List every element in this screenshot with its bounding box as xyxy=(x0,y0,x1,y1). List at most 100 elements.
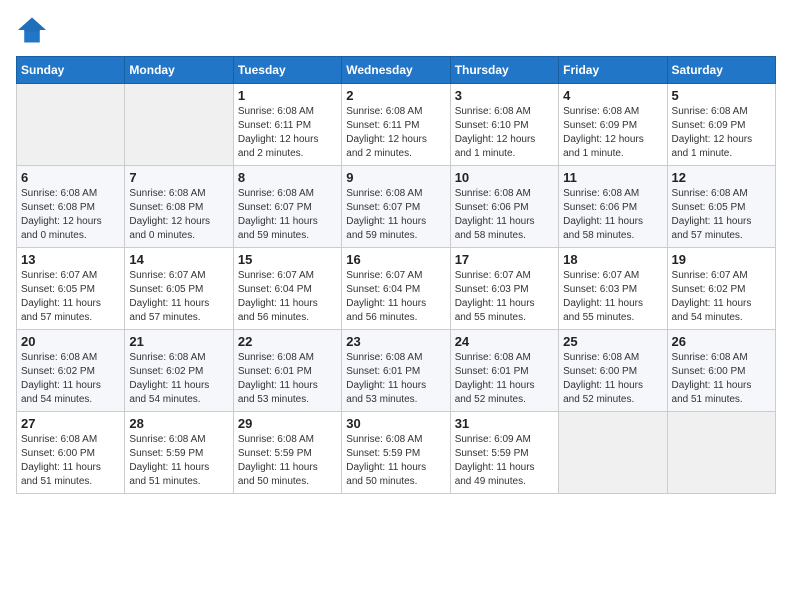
calendar-cell: 4 Sunrise: 6:08 AM Sunset: 6:09 PM Daylig… xyxy=(559,84,667,166)
calendar-cell: 7 Sunrise: 6:08 AM Sunset: 6:08 PM Daylig… xyxy=(125,166,233,248)
day-number: 2 xyxy=(346,88,445,103)
day-number: 7 xyxy=(129,170,228,185)
calendar-cell: 27Sunrise: 6:08 AM Sunset: 6:00 PM Dayli… xyxy=(17,412,125,494)
calendar-cell: 1 Sunrise: 6:08 AM Sunset: 6:11 PM Daylig… xyxy=(233,84,341,166)
calendar-cell: 11Sunrise: 6:08 AM Sunset: 6:06 PM Dayli… xyxy=(559,166,667,248)
calendar-cell: 30 Sunrise: 6:08 AM Sunset: 5:59 PM Dayli… xyxy=(342,412,450,494)
day-number: 20 xyxy=(21,334,120,349)
calendar-cell: 10 Sunrise: 6:08 AM Sunset: 6:06 PM Dayli… xyxy=(450,166,558,248)
calendar-cell xyxy=(17,84,125,166)
day-number: 8 xyxy=(238,170,337,185)
calendar-header-row: SundayMondayTuesdayWednesdayThursdayFrid… xyxy=(17,57,776,84)
header-friday: Friday xyxy=(559,57,667,84)
day-info: Sunrise: 6:08 AM Sunset: 6:02 PM Dayligh… xyxy=(129,351,228,407)
calendar-cell: 2 Sunrise: 6:08 AM Sunset: 6:11 PM Daylig… xyxy=(342,84,450,166)
day-info: Sunrise: 6:08 AM Sunset: 6:07 PM Dayligh… xyxy=(346,187,445,243)
calendar-cell: 20 Sunrise: 6:08 AM Sunset: 6:02 PM Dayli… xyxy=(17,330,125,412)
day-number: 22 xyxy=(238,334,337,349)
day-info: Sunrise: 6:07 AM Sunset: 6:02 PM Dayligh… xyxy=(672,269,771,325)
day-info: Sunrise: 6:07 AM Sunset: 6:04 PM Dayligh… xyxy=(346,269,445,325)
calendar-cell: 22 Sunrise: 6:08 AM Sunset: 6:01 PM Dayli… xyxy=(233,330,341,412)
day-number: 30 xyxy=(346,416,445,431)
calendar-cell: 18 Sunrise: 6:07 AM Sunset: 6:03 PM Dayli… xyxy=(559,248,667,330)
day-number: 16 xyxy=(346,252,445,267)
day-info: Sunrise: 6:07 AM Sunset: 6:03 PM Dayligh… xyxy=(563,269,662,325)
day-info: Sunrise: 6:08 AM Sunset: 5:59 PM Dayligh… xyxy=(129,433,228,489)
day-info: Sunrise: 6:08 AM Sunset: 6:00 PM Dayligh… xyxy=(563,351,662,407)
calendar-week-0: 1 Sunrise: 6:08 AM Sunset: 6:11 PM Daylig… xyxy=(17,84,776,166)
day-info: Sunrise: 6:09 AM Sunset: 5:59 PM Dayligh… xyxy=(455,433,554,489)
calendar-cell: 15 Sunrise: 6:07 AM Sunset: 6:04 PM Dayli… xyxy=(233,248,341,330)
calendar-week-3: 20 Sunrise: 6:08 AM Sunset: 6:02 PM Dayli… xyxy=(17,330,776,412)
header-sunday: Sunday xyxy=(17,57,125,84)
day-number: 1 xyxy=(238,88,337,103)
day-number: 21 xyxy=(129,334,228,349)
calendar-cell xyxy=(559,412,667,494)
calendar-body: 1 Sunrise: 6:08 AM Sunset: 6:11 PM Daylig… xyxy=(17,84,776,494)
day-number: 12 xyxy=(672,170,771,185)
day-info: Sunrise: 6:08 AM Sunset: 6:02 PM Dayligh… xyxy=(21,351,120,407)
calendar-cell: 21 Sunrise: 6:08 AM Sunset: 6:02 PM Dayli… xyxy=(125,330,233,412)
day-number: 18 xyxy=(563,252,662,267)
calendar-cell: 13Sunrise: 6:07 AM Sunset: 6:05 PM Dayli… xyxy=(17,248,125,330)
day-info: Sunrise: 6:08 AM Sunset: 6:09 PM Dayligh… xyxy=(563,105,662,161)
day-number: 31 xyxy=(455,416,554,431)
header-thursday: Thursday xyxy=(450,57,558,84)
day-number: 10 xyxy=(455,170,554,185)
calendar-cell xyxy=(667,412,775,494)
calendar-table: SundayMondayTuesdayWednesdayThursdayFrid… xyxy=(16,56,776,494)
day-number: 6 xyxy=(21,170,120,185)
calendar-cell: 29 Sunrise: 6:08 AM Sunset: 5:59 PM Dayli… xyxy=(233,412,341,494)
calendar-cell: 12 Sunrise: 6:08 AM Sunset: 6:05 PM Dayli… xyxy=(667,166,775,248)
day-number: 25 xyxy=(563,334,662,349)
day-info: Sunrise: 6:08 AM Sunset: 6:00 PM Dayligh… xyxy=(672,351,771,407)
logo xyxy=(16,16,52,44)
day-info: Sunrise: 6:08 AM Sunset: 5:59 PM Dayligh… xyxy=(238,433,337,489)
day-info: Sunrise: 6:08 AM Sunset: 6:07 PM Dayligh… xyxy=(238,187,337,243)
calendar-cell: 24 Sunrise: 6:08 AM Sunset: 6:01 PM Dayli… xyxy=(450,330,558,412)
calendar-week-4: 27Sunrise: 6:08 AM Sunset: 6:00 PM Dayli… xyxy=(17,412,776,494)
day-info: Sunrise: 6:08 AM Sunset: 6:01 PM Dayligh… xyxy=(455,351,554,407)
day-number: 23 xyxy=(346,334,445,349)
calendar-cell: 25 Sunrise: 6:08 AM Sunset: 6:00 PM Dayli… xyxy=(559,330,667,412)
day-number: 3 xyxy=(455,88,554,103)
day-number: 24 xyxy=(455,334,554,349)
day-info: Sunrise: 6:08 AM Sunset: 6:05 PM Dayligh… xyxy=(672,187,771,243)
calendar-cell: 6Sunrise: 6:08 AM Sunset: 6:08 PM Daylig… xyxy=(17,166,125,248)
day-info: Sunrise: 6:07 AM Sunset: 6:03 PM Dayligh… xyxy=(455,269,554,325)
day-number: 5 xyxy=(672,88,771,103)
day-info: Sunrise: 6:08 AM Sunset: 5:59 PM Dayligh… xyxy=(346,433,445,489)
day-info: Sunrise: 6:08 AM Sunset: 6:01 PM Dayligh… xyxy=(346,351,445,407)
day-info: Sunrise: 6:08 AM Sunset: 6:11 PM Dayligh… xyxy=(346,105,445,161)
calendar-cell: 26Sunrise: 6:08 AM Sunset: 6:00 PM Dayli… xyxy=(667,330,775,412)
day-number: 15 xyxy=(238,252,337,267)
day-number: 29 xyxy=(238,416,337,431)
day-info: Sunrise: 6:08 AM Sunset: 6:11 PM Dayligh… xyxy=(238,105,337,161)
day-info: Sunrise: 6:08 AM Sunset: 6:09 PM Dayligh… xyxy=(672,105,771,161)
calendar-cell: 17 Sunrise: 6:07 AM Sunset: 6:03 PM Dayli… xyxy=(450,248,558,330)
day-number: 9 xyxy=(346,170,445,185)
calendar-cell: 28Sunrise: 6:08 AM Sunset: 5:59 PM Dayli… xyxy=(125,412,233,494)
calendar-cell: 5 Sunrise: 6:08 AM Sunset: 6:09 PM Daylig… xyxy=(667,84,775,166)
calendar-cell xyxy=(125,84,233,166)
calendar-cell: 14 Sunrise: 6:07 AM Sunset: 6:05 PM Dayli… xyxy=(125,248,233,330)
day-number: 19 xyxy=(672,252,771,267)
header-saturday: Saturday xyxy=(667,57,775,84)
calendar-cell: 16 Sunrise: 6:07 AM Sunset: 6:04 PM Dayli… xyxy=(342,248,450,330)
day-info: Sunrise: 6:08 AM Sunset: 6:06 PM Dayligh… xyxy=(455,187,554,243)
day-number: 27 xyxy=(21,416,120,431)
day-number: 17 xyxy=(455,252,554,267)
day-number: 14 xyxy=(129,252,228,267)
calendar-cell: 3 Sunrise: 6:08 AM Sunset: 6:10 PM Daylig… xyxy=(450,84,558,166)
calendar-cell: 19 Sunrise: 6:07 AM Sunset: 6:02 PM Dayli… xyxy=(667,248,775,330)
day-info: Sunrise: 6:07 AM Sunset: 6:05 PM Dayligh… xyxy=(129,269,228,325)
day-info: Sunrise: 6:08 AM Sunset: 6:01 PM Dayligh… xyxy=(238,351,337,407)
day-number: 4 xyxy=(563,88,662,103)
day-info: Sunrise: 6:07 AM Sunset: 6:05 PM Dayligh… xyxy=(21,269,120,325)
day-info: Sunrise: 6:07 AM Sunset: 6:04 PM Dayligh… xyxy=(238,269,337,325)
header-monday: Monday xyxy=(125,57,233,84)
calendar-week-1: 6 Sunrise: 6:08 AM Sunset: 6:08 PM Daylig… xyxy=(17,166,776,248)
page-header xyxy=(16,16,776,44)
day-info: Sunrise: 6:08 AM Sunset: 6:08 PM Dayligh… xyxy=(129,187,228,243)
day-info: Sunrise: 6:08 AM Sunset: 6:10 PM Dayligh… xyxy=(455,105,554,161)
